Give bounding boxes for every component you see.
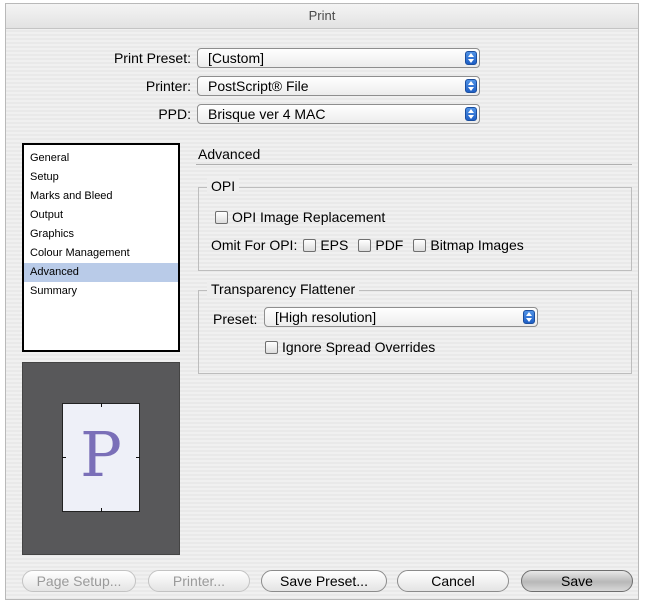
bitmap-images-label: Bitmap Images [430, 237, 524, 253]
opi-group: OPI [198, 178, 632, 271]
printer-select[interactable]: PostScript® File [197, 76, 480, 96]
printer-button[interactable]: Printer... [148, 570, 250, 592]
sidebar-item-general[interactable]: General [24, 149, 178, 168]
printer-label: Printer: [145, 78, 191, 94]
section-title: Advanced [198, 146, 261, 162]
sidebar-item-summary[interactable]: Summary [24, 282, 178, 301]
sidebar-item-output[interactable]: Output [24, 206, 178, 225]
pdf-label: PDF [375, 237, 404, 253]
popup-arrows-icon [465, 107, 477, 121]
flattener-preset-select[interactable]: [High resolution] [264, 307, 538, 327]
category-list: General Setup Marks and Bleed Output Gra… [22, 143, 180, 352]
cancel-button[interactable]: Cancel [397, 570, 509, 592]
print-dialog: Print Print Preset: [Custom] Printer: Po… [5, 3, 639, 600]
printer-value: PostScript® File [208, 78, 309, 94]
popup-arrows-icon [523, 310, 535, 324]
sidebar-item-advanced[interactable]: Advanced [24, 263, 178, 282]
save-button[interactable]: Save [521, 570, 633, 592]
popup-arrows-icon [465, 51, 477, 65]
ignore-spread-overrides-row: Ignore Spread Overrides [265, 339, 435, 355]
print-preset-label: Print Preset: [113, 50, 191, 66]
ppd-value: Brisque ver 4 MAC [208, 106, 326, 122]
opi-image-replacement-label: OPI Image Replacement [232, 209, 386, 225]
page-setup-button[interactable]: Page Setup... [22, 570, 136, 592]
opi-group-title: OPI [207, 178, 240, 194]
crop-mark [101, 508, 102, 512]
ppd-label: PPD: [158, 106, 191, 122]
eps-label: EPS [320, 237, 349, 253]
pdf-checkbox[interactable] [358, 239, 372, 252]
section-divider [196, 164, 632, 165]
eps-checkbox[interactable] [303, 239, 317, 252]
sidebar-item-setup[interactable]: Setup [24, 168, 178, 187]
ppd-select[interactable]: Brisque ver 4 MAC [197, 104, 480, 124]
transparency-flattener-group: Transparency Flattener [198, 281, 632, 374]
sidebar-item-marks-and-bleed[interactable]: Marks and Bleed [24, 187, 178, 206]
print-preset-value: [Custom] [208, 50, 265, 66]
ignore-spread-overrides-checkbox[interactable] [265, 341, 278, 354]
print-preset-select[interactable]: [Custom] [197, 48, 480, 68]
preview-page: P [62, 403, 140, 512]
transparency-flattener-title: Transparency Flattener [207, 281, 360, 297]
crop-mark [101, 403, 102, 407]
popup-arrows-icon [465, 79, 477, 93]
preview-letter: P [80, 418, 122, 491]
flattener-preset-value: [High resolution] [275, 309, 377, 325]
omit-for-opi-row: Omit For OPI: EPS PDF Bitmap Images [211, 237, 524, 253]
sidebar-item-graphics[interactable]: Graphics [24, 225, 178, 244]
flattener-preset-label: Preset: [213, 311, 258, 327]
window-title: Print [6, 4, 638, 29]
ignore-spread-overrides-label: Ignore Spread Overrides [282, 339, 436, 355]
sidebar-item-colour-management[interactable]: Colour Management [24, 244, 178, 263]
bitmap-images-checkbox[interactable] [413, 239, 427, 252]
opi-image-replacement-row: OPI Image Replacement [215, 209, 385, 225]
omit-for-opi-label: Omit For OPI: [211, 237, 298, 253]
opi-image-replacement-checkbox[interactable] [215, 211, 228, 224]
save-preset-button[interactable]: Save Preset... [261, 570, 387, 592]
page-preview: P [22, 362, 180, 555]
